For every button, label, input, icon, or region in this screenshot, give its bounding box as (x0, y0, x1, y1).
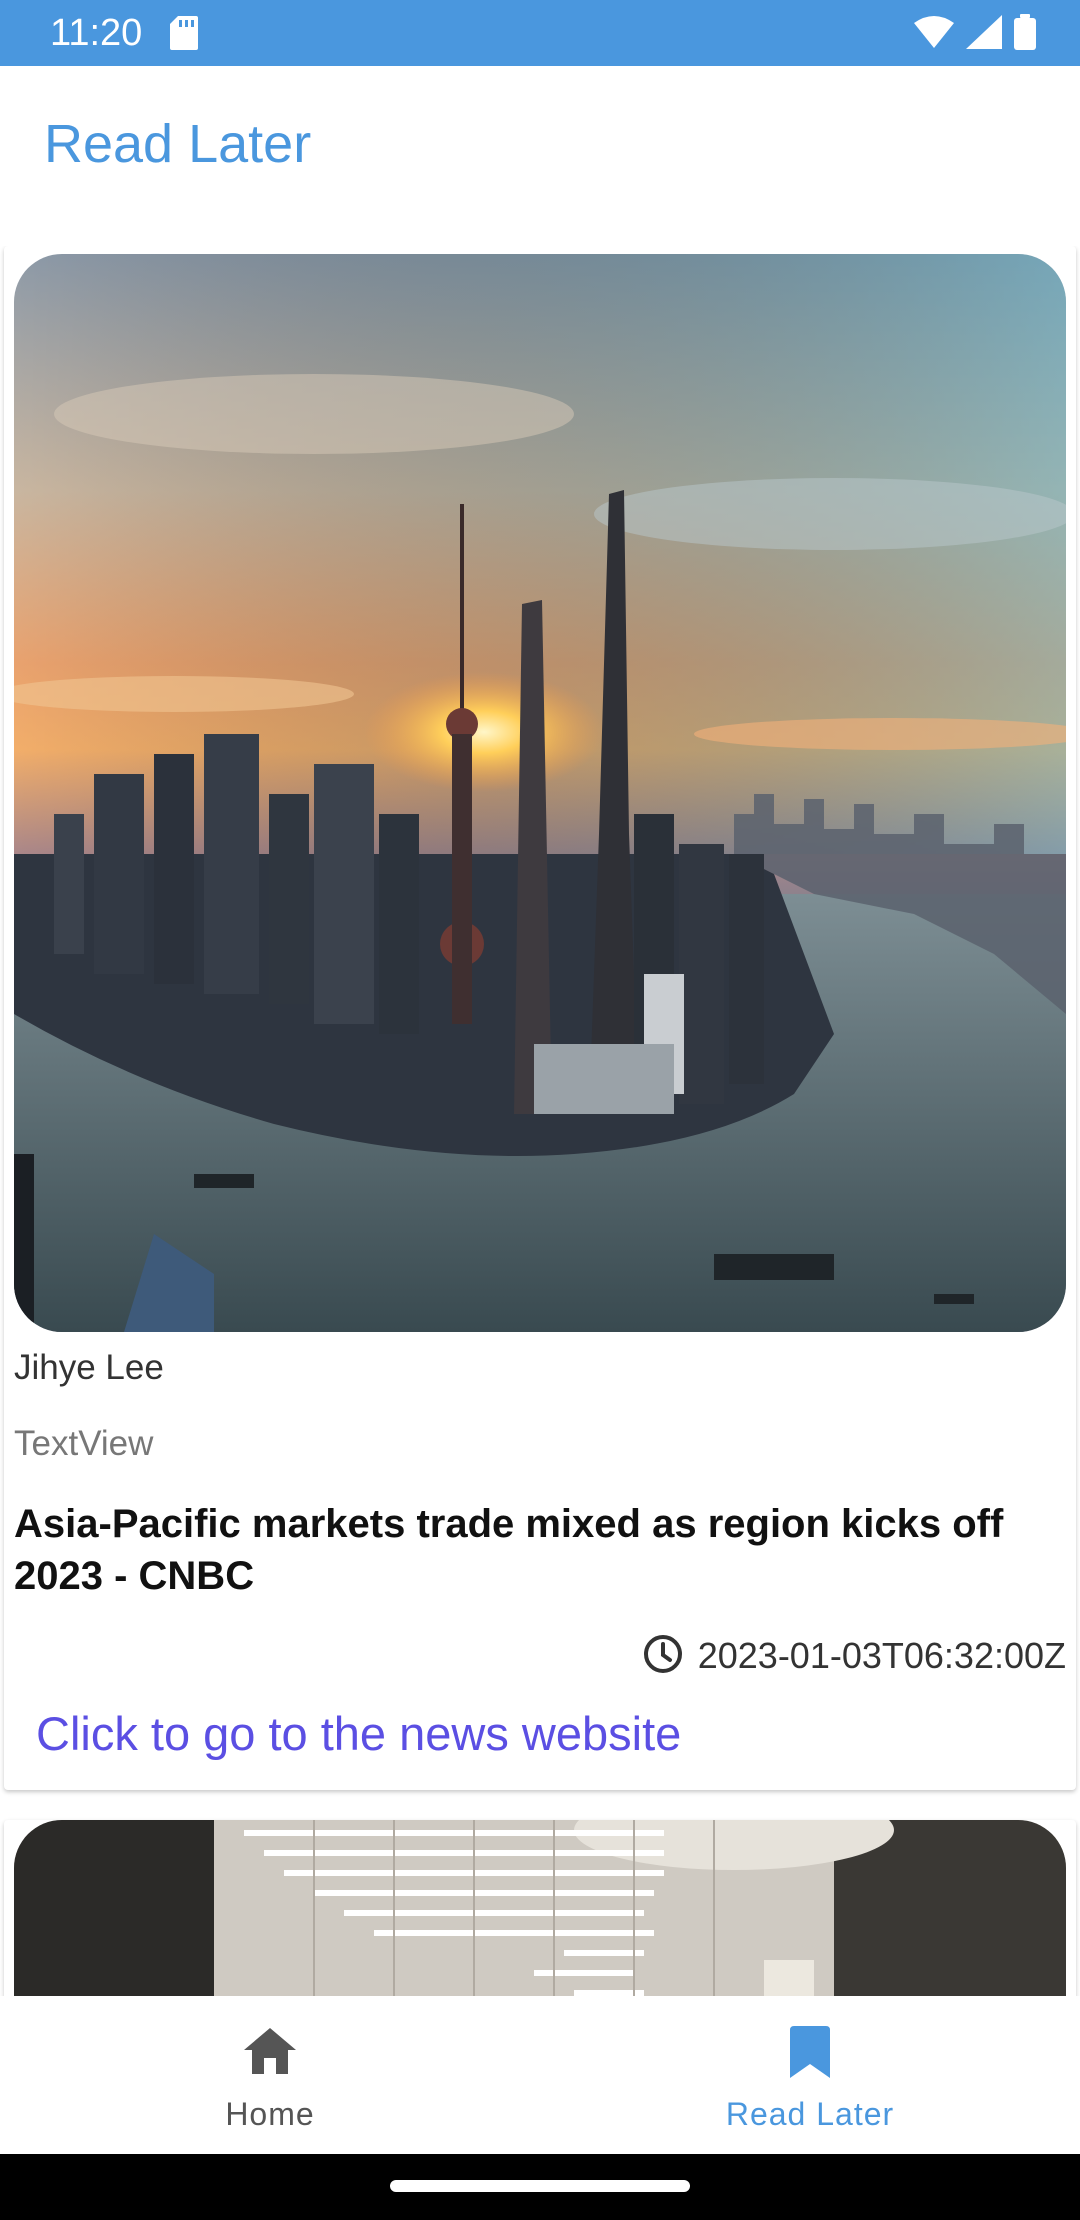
news-card[interactable]: Jihye Lee TextView Asia-Pacific markets … (4, 246, 1076, 1790)
battery-icon (1014, 13, 1036, 55)
nav-label-home: Home (225, 2096, 315, 2132)
sd-card-icon (170, 16, 198, 50)
home-gesture-handle[interactable] (390, 2180, 690, 2192)
home-icon (242, 2026, 298, 2081)
news-list[interactable]: Jihye Lee TextView Asia-Pacific markets … (0, 246, 1080, 1996)
bottom-navigation: Home Read Later (0, 1996, 1080, 2154)
nav-item-home[interactable]: Home (0, 1996, 540, 2154)
nav-label-read-later: Read Later (725, 2096, 895, 2132)
wifi-icon (914, 15, 954, 54)
article-author: Jihye Lee (14, 1348, 164, 1387)
status-icons (914, 13, 1036, 55)
system-navigation-bar (0, 2154, 1080, 2220)
bookmark-icon (790, 2026, 830, 2083)
news-image (14, 1820, 1066, 1996)
article-source: TextView (14, 1424, 154, 1463)
clock-icon (642, 1633, 684, 1680)
nav-item-read-later[interactable]: Read Later (540, 1996, 1080, 2154)
article-date: 2023-01-03T06:32:00Z (697, 1635, 1066, 1676)
open-website-link[interactable]: Click to go to the news website (36, 1706, 681, 1762)
news-image (14, 254, 1066, 1332)
article-date-row: 2023-01-03T06:32:00Z (642, 1632, 1066, 1680)
page-title: Read Later (44, 114, 312, 174)
signal-icon (966, 14, 1002, 54)
status-bar: 11:20 (0, 0, 1080, 66)
news-card[interactable] (4, 1820, 1076, 1996)
status-time: 11:20 (50, 12, 143, 54)
article-title: Asia-Pacific markets trade mixed as regi… (14, 1502, 1004, 1598)
